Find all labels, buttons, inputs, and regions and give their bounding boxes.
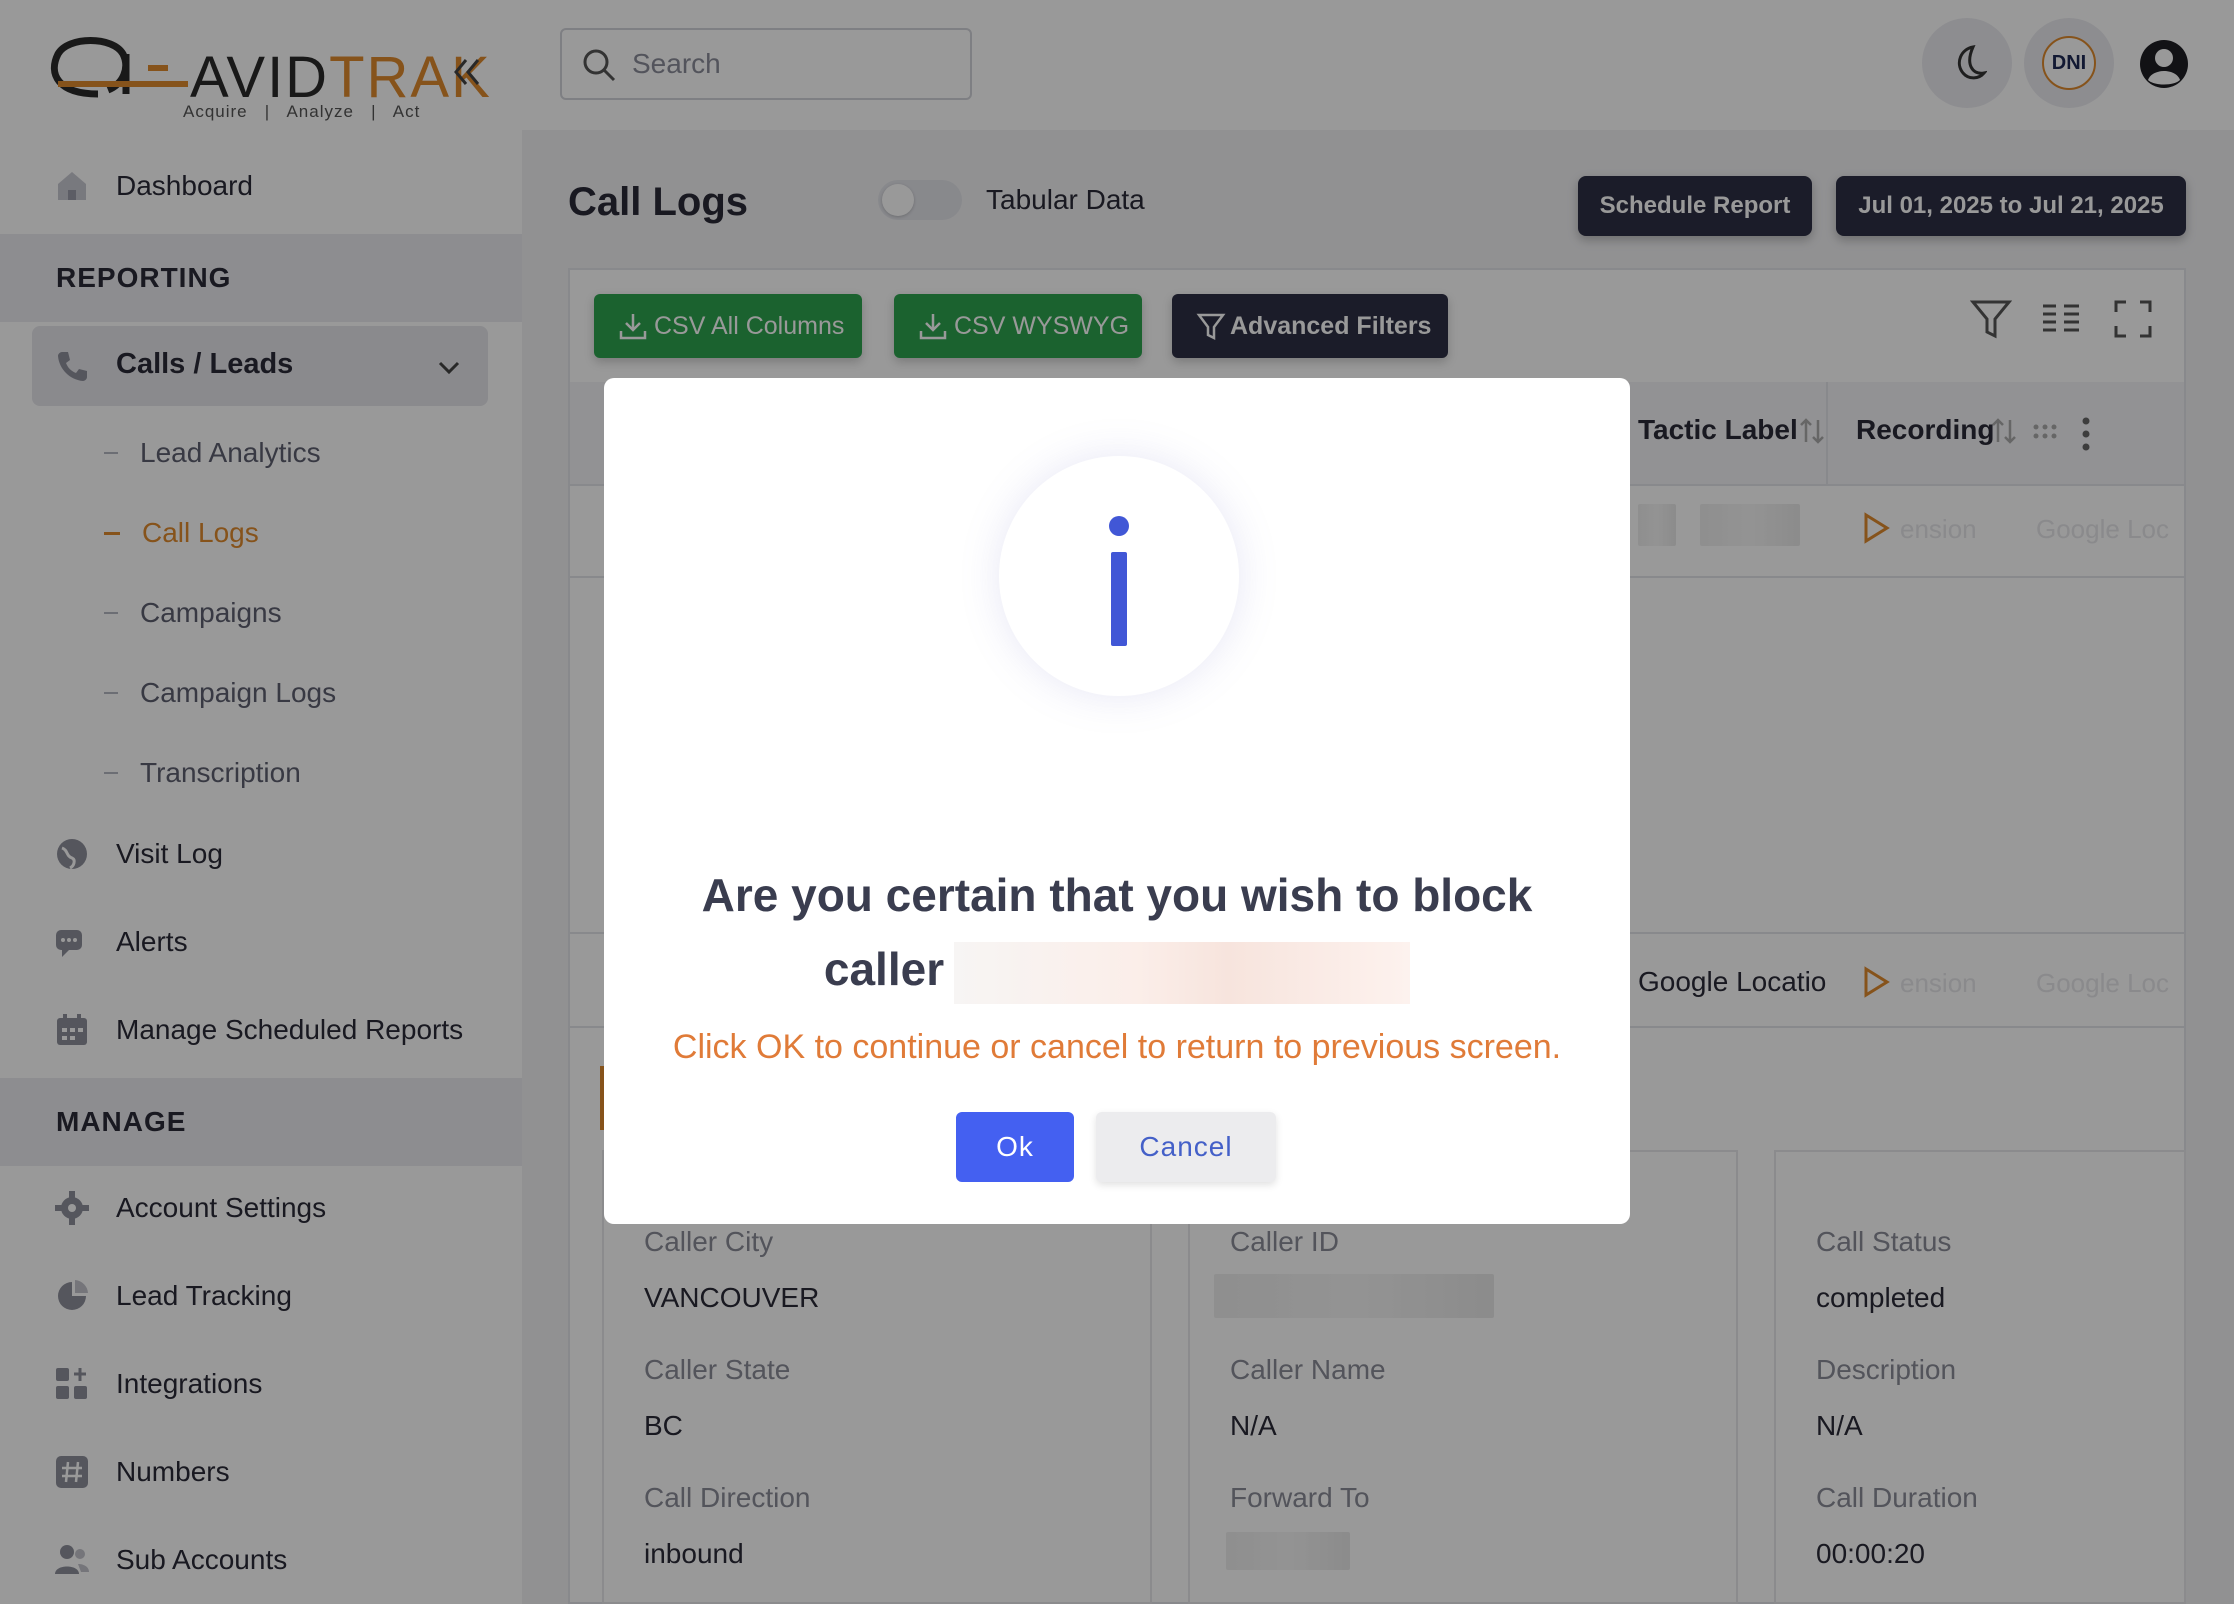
redacted-caller-number	[954, 941, 1411, 1004]
block-caller-dialog: Are you certain that you wish to block c…	[604, 378, 1630, 1224]
ok-button[interactable]: Ok	[956, 1112, 1074, 1182]
dialog-message: Click OK to continue or cancel to return…	[672, 1028, 1562, 1066]
cancel-button[interactable]: Cancel	[1096, 1112, 1276, 1182]
dialog-title: Are you certain that you wish to block c…	[604, 858, 1630, 1006]
info-icon	[999, 456, 1239, 696]
